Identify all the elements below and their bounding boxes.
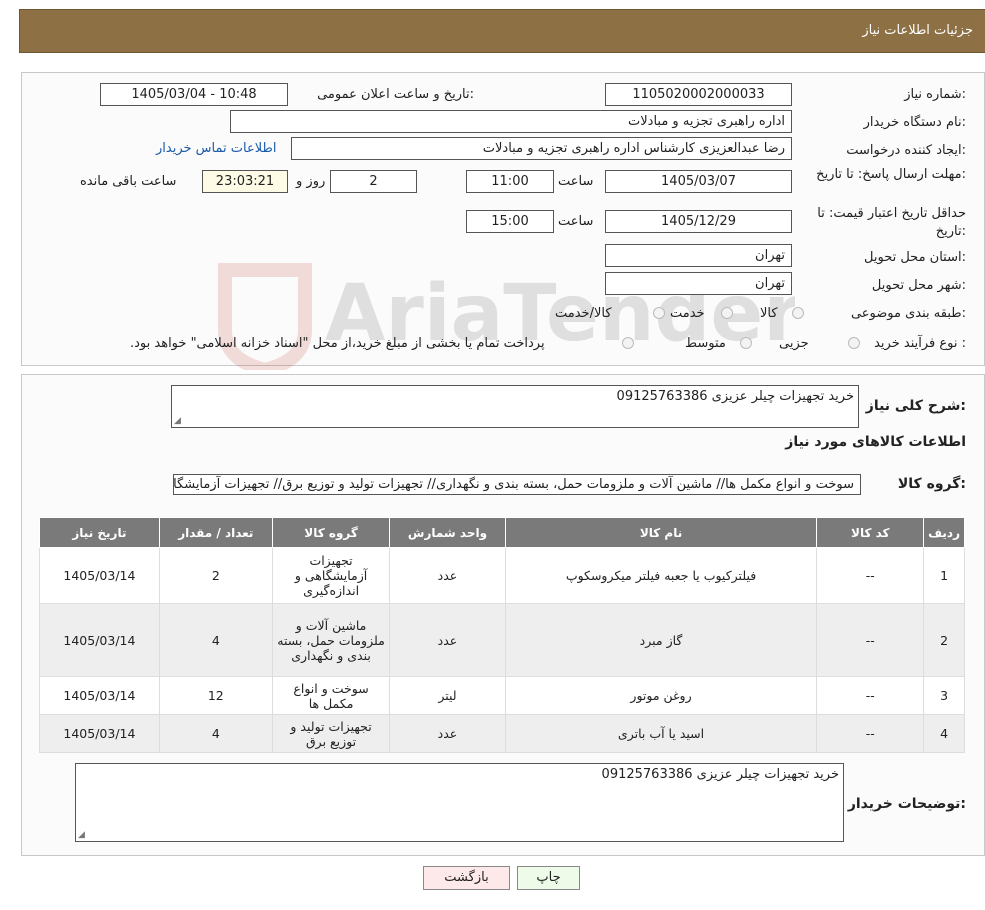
need-number-label: شماره نیاز: <box>904 87 966 102</box>
col-name-header: نام کالا <box>504 517 818 548</box>
validity-date-field: 1405/12/29 <box>605 210 792 233</box>
cell-group: تجهیزات تولید و توزیع برق <box>271 714 391 753</box>
cell-date: 1405/03/14 <box>39 714 160 753</box>
resize-grip-icon[interactable]: ◢ <box>78 830 85 840</box>
validity-time-field: 15:00 <box>466 210 554 233</box>
cell-code: -- <box>816 603 925 677</box>
requester-field: رضا عبدالعزیزی کارشناس اداره راهبری تجزی… <box>291 137 792 160</box>
days-label: روز و <box>296 174 326 189</box>
remaining-time-field: 23:03:21 <box>202 170 288 193</box>
cell-unit: لیتر <box>389 676 506 715</box>
cell-row: 4 <box>923 714 965 753</box>
col-qty-header: تعداد / مقدار <box>158 517 273 548</box>
table-row: 2 -- گاز مبرد عدد ماشین آلات و ملزومات ح… <box>39 603 965 677</box>
buyer-notes-field[interactable]: خرید تجهیزات چیلر عزیزی 09125763386 ◢ <box>75 763 844 842</box>
announce-label: تاریخ و ساعت اعلان عمومی: <box>317 87 474 102</box>
process-label: نوع فرآیند خرید : <box>874 336 966 351</box>
table-header-row: ردیف کد کالا نام کالا واحد شمارش گروه کا… <box>39 517 965 548</box>
cell-code: -- <box>816 676 925 715</box>
validity-label: حداقل تاریخ اعتبار قیمت: تا تاریخ: <box>817 206 966 239</box>
province-field: تهران <box>605 244 792 267</box>
category-option-goods: کالا <box>760 306 778 321</box>
goods-group-label: گروه کالا: <box>897 476 966 492</box>
table-row: 3 -- روغن موتور لیتر سوخت و انواع مکمل ه… <box>39 676 965 715</box>
goods-section-title: اطلاعات کالاهای مورد نیاز <box>785 434 966 450</box>
cell-code: -- <box>816 714 925 753</box>
process-radio-minor[interactable] <box>848 337 860 349</box>
cell-group: سوخت و انواع مکمل ها <box>271 676 391 715</box>
cell-name: گاز مبرد <box>504 603 818 677</box>
cell-qty: 4 <box>158 714 273 753</box>
deadline-time-label: ساعت <box>558 174 594 189</box>
process-option-minor: جزیی <box>779 336 809 351</box>
print-button[interactable]: چاپ <box>517 866 580 890</box>
description-label: شرح کلی نیاز: <box>865 398 966 414</box>
col-code-header: کد کالا <box>816 517 925 548</box>
category-radio-goods[interactable] <box>792 307 804 319</box>
cell-row: 2 <box>923 603 965 677</box>
table-row: 4 -- اسید یا آب باتری عدد تجهیزات تولید … <box>39 714 965 753</box>
cell-name: اسید یا آب باتری <box>504 714 818 753</box>
page-header: جزئیات اطلاعات نیاز <box>19 9 985 53</box>
col-group-header: گروه کالا <box>271 517 391 548</box>
resize-grip-icon[interactable]: ◢ <box>174 416 181 426</box>
items-table: ردیف کد کالا نام کالا واحد شمارش گروه کا… <box>39 517 965 753</box>
table-row: 1 -- فیلترکیوب یا جعبه فیلتر میکروسکوپ ع… <box>39 547 965 604</box>
col-date-header: تاریخ نیاز <box>39 517 160 548</box>
col-unit-header: واحد شمارش <box>389 517 506 548</box>
category-radio-goods-service[interactable] <box>653 307 665 319</box>
category-label: طبقه بندی موضوعی: <box>850 306 966 321</box>
cell-group: ماشین آلات و ملزومات حمل، بسته بندی و نگ… <box>271 603 391 677</box>
city-label: شهر محل تحویل: <box>871 278 966 293</box>
validity-time-label: ساعت <box>558 214 594 229</box>
cell-date: 1405/03/14 <box>39 547 160 604</box>
page-title: جزئیات اطلاعات نیاز <box>862 23 973 38</box>
buyer-org-field: اداره راهبری تجزیه و مبادلات <box>230 110 792 133</box>
buyer-contact-link[interactable]: اطلاعات تماس خریدار <box>156 141 276 156</box>
cell-qty: 2 <box>158 547 273 604</box>
process-radio-medium[interactable] <box>740 337 752 349</box>
process-option-medium: متوسط <box>685 336 726 351</box>
category-radio-service[interactable] <box>721 307 733 319</box>
cell-unit: عدد <box>389 547 506 604</box>
requester-label: ایجاد کننده درخواست: <box>846 143 966 158</box>
cell-qty: 12 <box>158 676 273 715</box>
cell-row: 3 <box>923 676 965 715</box>
col-row-header: ردیف <box>923 517 965 548</box>
province-label: استان محل تحویل: <box>864 250 966 265</box>
description-field[interactable]: خرید تجهیزات چیلر عزیزی 09125763386 ◢ <box>171 385 859 428</box>
cell-name: روغن موتور <box>504 676 818 715</box>
need-number-field: 1105020002000033 <box>605 83 792 106</box>
cell-unit: عدد <box>389 603 506 677</box>
buyer-org-label: نام دستگاه خریدار: <box>863 115 966 130</box>
category-option-goods-service: کالا/خدمت <box>555 306 612 321</box>
announce-field: 1405/03/04 - 10:48 <box>100 83 288 106</box>
cell-qty: 4 <box>158 603 273 677</box>
remaining-label: ساعت باقی مانده <box>80 174 177 189</box>
back-button[interactable]: بازگشت <box>423 866 510 890</box>
description-text: خرید تجهیزات چیلر عزیزی 09125763386 <box>616 389 854 404</box>
process-note: پرداخت تمام یا بخشی از مبلغ خرید،از محل … <box>130 336 545 351</box>
days-field: 2 <box>330 170 417 193</box>
cell-date: 1405/03/14 <box>39 603 160 677</box>
cell-code: -- <box>816 547 925 604</box>
cell-unit: عدد <box>389 714 506 753</box>
buyer-notes-label: توضیحات خریدار: <box>847 796 966 812</box>
category-option-service: خدمت <box>670 306 705 321</box>
cell-name: فیلترکیوب یا جعبه فیلتر میکروسکوپ <box>504 547 818 604</box>
goods-group-field: سوخت و انواع مکمل ها// ماشین آلات و ملزو… <box>173 474 861 495</box>
buyer-notes-text: خرید تجهیزات چیلر عزیزی 09125763386 <box>601 767 839 782</box>
deadline-label: مهلت ارسال پاسخ: تا تاریخ: <box>816 167 966 182</box>
city-field: تهران <box>605 272 792 295</box>
cell-group: تجهیزات آزمایشگاهی و اندازه‌گیری <box>271 547 391 604</box>
process-radio-treasury[interactable] <box>622 337 634 349</box>
cell-row: 1 <box>923 547 965 604</box>
deadline-date-field: 1405/03/07 <box>605 170 792 193</box>
cell-date: 1405/03/14 <box>39 676 160 715</box>
deadline-time-field: 11:00 <box>466 170 554 193</box>
